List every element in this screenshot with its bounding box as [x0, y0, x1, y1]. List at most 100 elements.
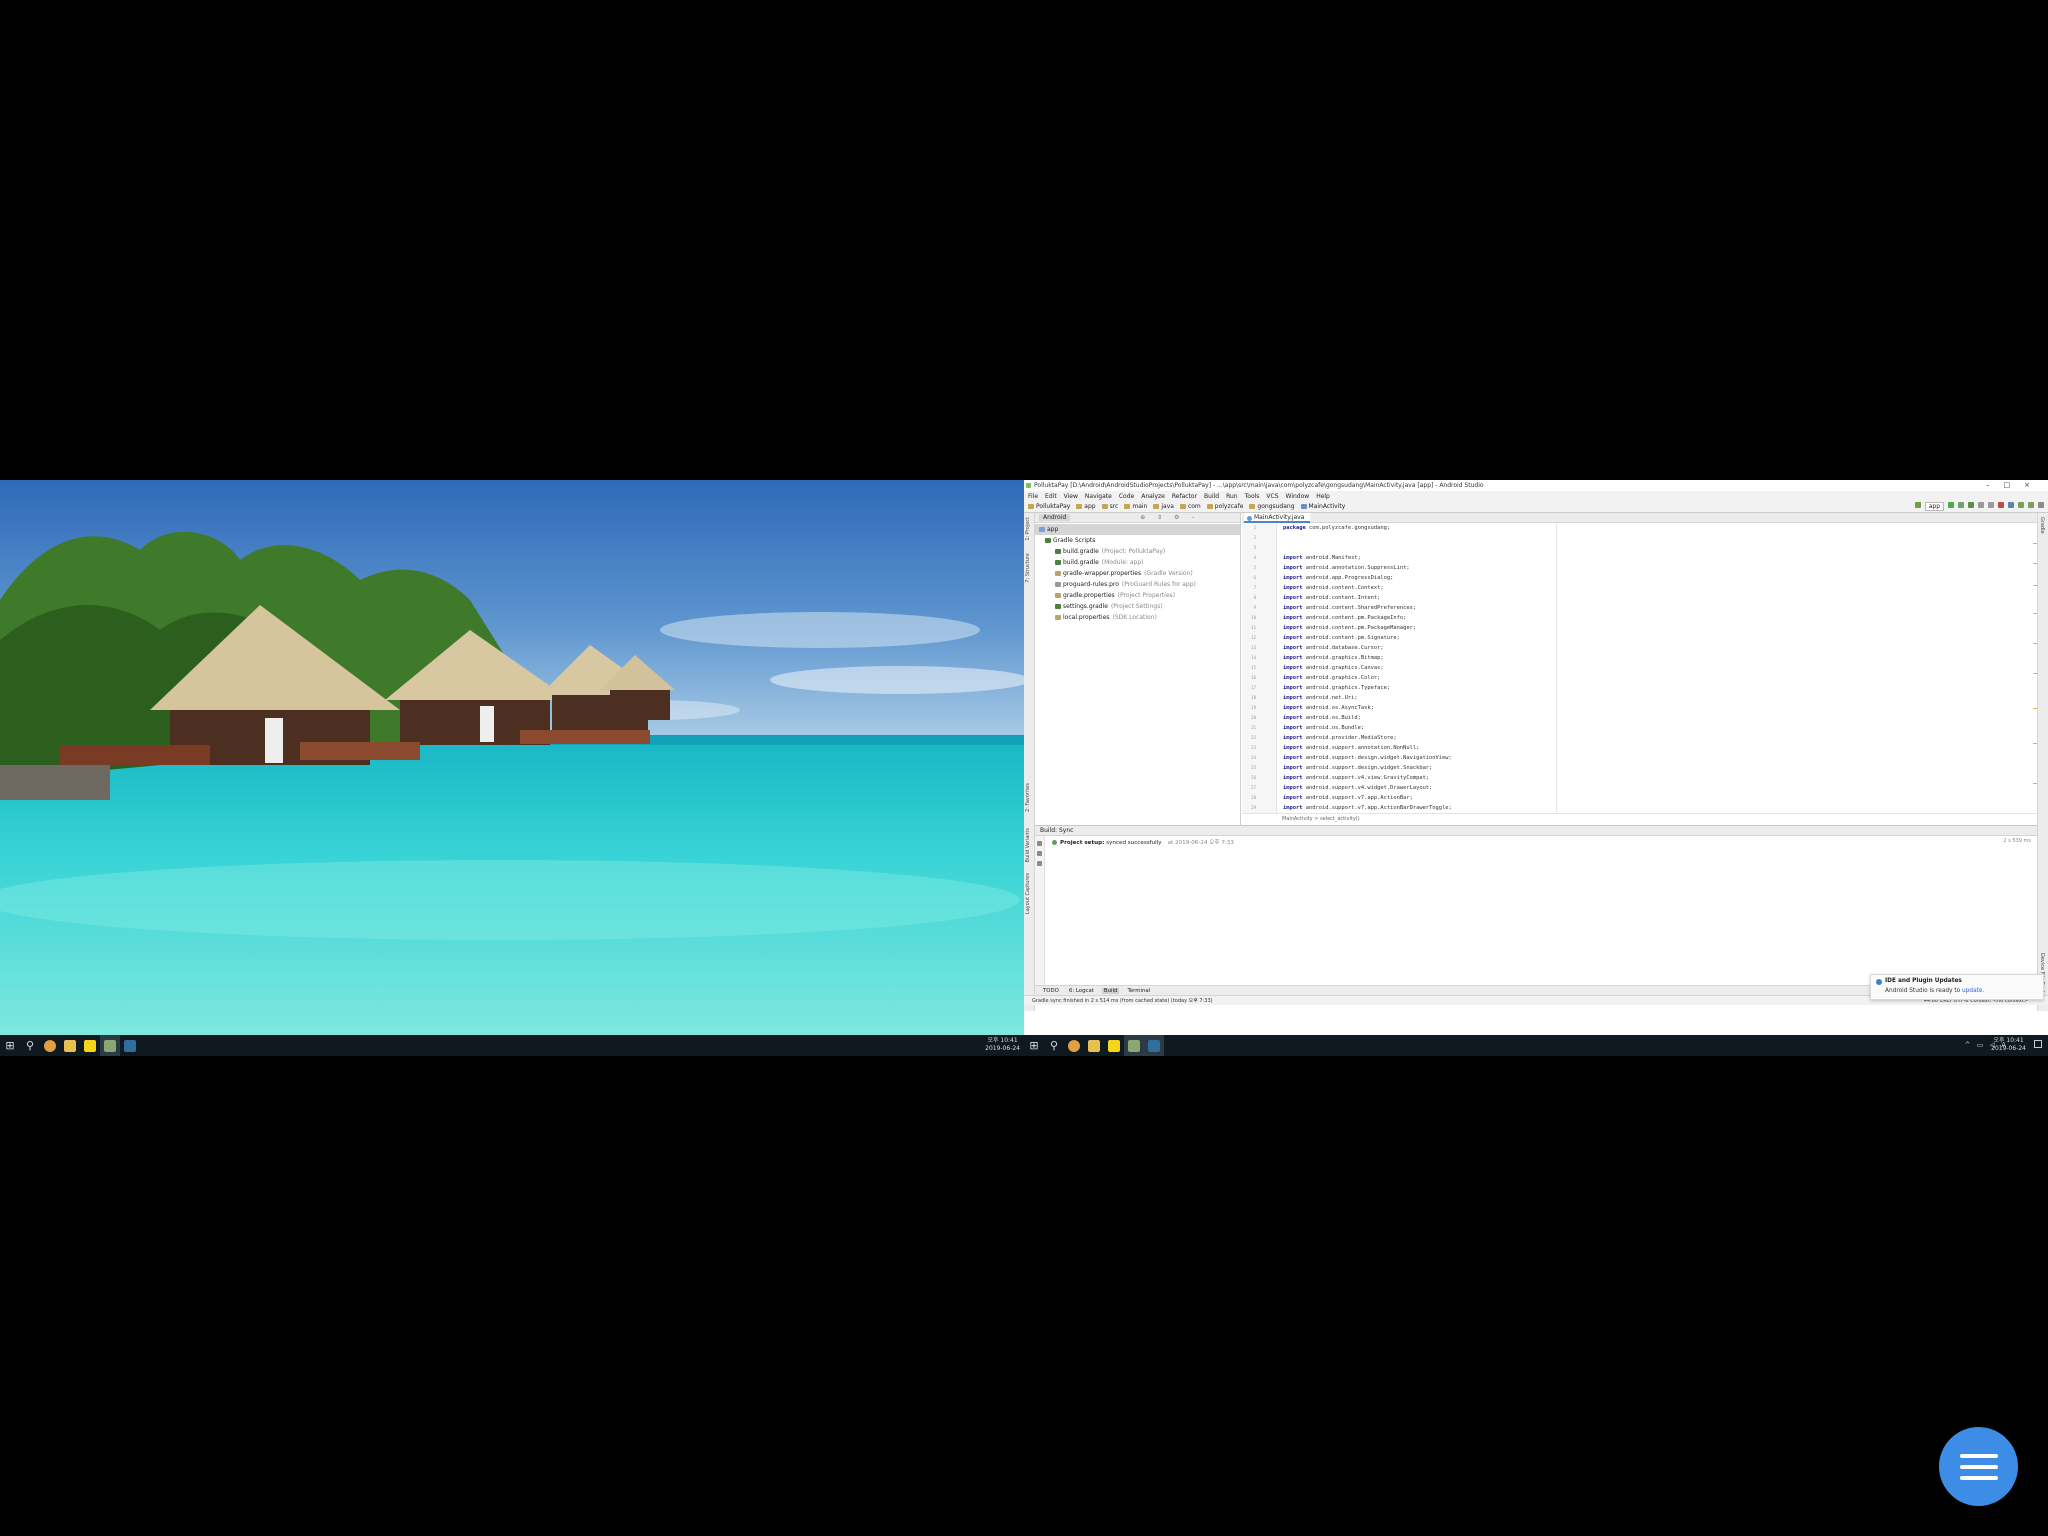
- code-line[interactable]: import android.database.Cursor;: [1283, 645, 1384, 651]
- code-line[interactable]: import android.content.pm.PackageManager…: [1283, 625, 1416, 631]
- warning-mark[interactable]: [2033, 643, 2037, 644]
- code-line[interactable]: import android.content.pm.PackageInfo;: [1283, 615, 1406, 621]
- nav-crumb-gongsudang[interactable]: gongsudang: [1249, 503, 1295, 510]
- menu-run[interactable]: Run: [1226, 493, 1238, 500]
- tree-node[interactable]: app: [1035, 524, 1240, 535]
- apply-changes-icon[interactable]: [1958, 502, 1964, 508]
- stop-icon[interactable]: [1998, 502, 2004, 508]
- file-explorer-icon[interactable]: [60, 1035, 80, 1056]
- code-line[interactable]: import android.graphics.Bitmap;: [1283, 655, 1384, 661]
- nav-crumb-polyzcafe[interactable]: polyzcafe: [1206, 503, 1243, 510]
- layout-captures-tool-tab[interactable]: Layout Captures: [1025, 873, 1031, 914]
- menu-view[interactable]: View: [1064, 493, 1078, 500]
- code-line[interactable]: import android.annotation.SuppressLint;: [1283, 565, 1410, 571]
- code-line[interactable]: import android.provider.MediaStore;: [1283, 735, 1397, 741]
- taskbar-clock[interactable]: 오후 10:41 2019-06-24: [985, 1037, 1020, 1053]
- warning-mark[interactable]: [2033, 708, 2037, 709]
- warning-mark[interactable]: [2033, 543, 2037, 544]
- build-hammer-icon[interactable]: [1914, 502, 1921, 508]
- window-controls[interactable]: –□×: [1986, 480, 2044, 491]
- android-studio-icon[interactable]: [120, 1035, 140, 1056]
- warning-mark[interactable]: [2033, 585, 2037, 586]
- menu-navigate[interactable]: Navigate: [1085, 493, 1112, 500]
- code-line[interactable]: import android.os.AsyncTask;: [1283, 705, 1374, 711]
- menu-analyze[interactable]: Analyze: [1141, 493, 1165, 500]
- code-line[interactable]: import android.support.annotation.NonNul…: [1283, 745, 1419, 751]
- tab-mainactivity[interactable]: MainActivity.java: [1244, 513, 1311, 523]
- android-studio-icon[interactable]: [1144, 1035, 1164, 1056]
- build-result-row[interactable]: Project setup: synced successfully at 201…: [1052, 838, 1234, 846]
- taskbar-clock[interactable]: 오후 10:41 2019-06-24: [1991, 1037, 2026, 1053]
- tree-node[interactable]: gradle-wrapper.properties (Gradle Version…: [1035, 568, 1240, 579]
- nav-crumb-src[interactable]: src: [1101, 503, 1118, 510]
- build-tab[interactable]: Build: [1101, 987, 1120, 994]
- search-everywhere-icon[interactable]: [2038, 502, 2044, 508]
- menu-edit[interactable]: Edit: [1045, 493, 1057, 500]
- pin-icon[interactable]: [1037, 851, 1042, 856]
- build-variants-tool-tab[interactable]: Build Variants: [1025, 828, 1031, 862]
- nav-crumb-com[interactable]: com: [1179, 503, 1201, 510]
- project-panel-actions[interactable]: ⊕ ⇕ ⚙ –: [1140, 514, 1199, 521]
- nav-crumb-mainactivity[interactable]: MainActivity: [1300, 503, 1345, 510]
- viewer-menu-button[interactable]: [1939, 1427, 2018, 1506]
- code-line[interactable]: import android.graphics.Color;: [1283, 675, 1380, 681]
- search-icon[interactable]: ⚲: [20, 1035, 40, 1056]
- menu-window[interactable]: Window: [1286, 493, 1310, 500]
- file-explorer-icon[interactable]: [1084, 1035, 1104, 1056]
- menu-refactor[interactable]: Refactor: [1172, 493, 1197, 500]
- code-line[interactable]: import android.content.pm.Signature;: [1283, 635, 1400, 641]
- warning-mark[interactable]: [2033, 613, 2037, 614]
- code-line[interactable]: import android.support.design.widget.Sna…: [1283, 765, 1432, 771]
- profile-icon[interactable]: [1978, 502, 1984, 508]
- code-line[interactable]: package com.polyzcafe.gongsudang;: [1283, 525, 1390, 531]
- code-line[interactable]: import android.content.Intent;: [1283, 595, 1380, 601]
- chrome-icon[interactable]: [1064, 1035, 1084, 1056]
- attach-debugger-icon[interactable]: [1988, 502, 1994, 508]
- code-line[interactable]: import android.support.v7.app.ActionBarD…: [1283, 805, 1452, 811]
- code-line[interactable]: import android.support.design.widget.Nav…: [1283, 755, 1452, 761]
- debug-icon[interactable]: [1968, 502, 1974, 508]
- warning-mark[interactable]: [2033, 673, 2037, 674]
- sync-gradle-icon[interactable]: [2008, 502, 2014, 508]
- todo-tab[interactable]: TODO: [1041, 988, 1061, 994]
- close-icon[interactable]: [1037, 861, 1042, 866]
- warning-mark[interactable]: [2033, 783, 2037, 784]
- menu-help[interactable]: Help: [1316, 493, 1330, 500]
- update-link[interactable]: update.: [1962, 988, 1984, 994]
- tree-node[interactable]: local.properties (SDK Location): [1035, 612, 1240, 623]
- project-tool-tab[interactable]: 1: Project: [1025, 517, 1031, 541]
- code-line[interactable]: import android.graphics.Typeface;: [1283, 685, 1390, 691]
- code-editor[interactable]: package com.polyzcafe.gongsudang; import …: [1278, 523, 2037, 813]
- code-line[interactable]: import android.os.Bundle;: [1283, 725, 1364, 731]
- tree-node[interactable]: proguard-rules.pro (ProGuard Rules for ap…: [1035, 579, 1240, 590]
- code-line[interactable]: import android.content.SharedPreferences…: [1283, 605, 1416, 611]
- sdk-manager-icon[interactable]: [2028, 502, 2034, 508]
- menu-code[interactable]: Code: [1119, 493, 1134, 500]
- code-line[interactable]: import android.os.Build;: [1283, 715, 1361, 721]
- remote-app-icon[interactable]: [100, 1035, 120, 1056]
- sync-icon[interactable]: [1037, 841, 1042, 846]
- status-message[interactable]: Gradle sync finished in 2 s 514 ms (from…: [1032, 998, 1213, 1004]
- nav-crumb-main[interactable]: main: [1124, 503, 1147, 510]
- nav-crumb-app[interactable]: app: [1076, 503, 1096, 510]
- editor-breadcrumb[interactable]: MainActivity > select_activity(): [1242, 813, 2037, 825]
- chrome-icon[interactable]: [40, 1035, 60, 1056]
- warning-mark[interactable]: [2033, 743, 2037, 744]
- project-view-select[interactable]: Android: [1039, 514, 1071, 521]
- code-line[interactable]: import android.content.Context;: [1283, 585, 1384, 591]
- remote-app-icon[interactable]: [1124, 1035, 1144, 1056]
- code-line[interactable]: import android.net.Uri;: [1283, 695, 1358, 701]
- structure-tool-tab[interactable]: 7: Structure: [1025, 553, 1031, 583]
- tree-node[interactable]: Gradle Scripts: [1035, 535, 1240, 546]
- avd-manager-icon[interactable]: [2018, 502, 2024, 508]
- kakaotalk-icon[interactable]: [80, 1035, 100, 1056]
- code-line[interactable]: import android.graphics.Canvas;: [1283, 665, 1384, 671]
- menu-build[interactable]: Build: [1204, 493, 1219, 500]
- menu-vcs[interactable]: VCS: [1266, 493, 1278, 500]
- windows-start-icon[interactable]: ⊞: [1024, 1035, 1044, 1056]
- tree-node[interactable]: build.gradle (Project: PolluktaPay): [1035, 546, 1240, 557]
- notification-center-icon[interactable]: [2034, 1040, 2042, 1048]
- tree-node[interactable]: build.gradle (Module: app): [1035, 557, 1240, 568]
- tree-node[interactable]: gradle.properties (Project Properties): [1035, 590, 1240, 601]
- favorites-tool-tab[interactable]: 2: Favorites: [1025, 783, 1031, 812]
